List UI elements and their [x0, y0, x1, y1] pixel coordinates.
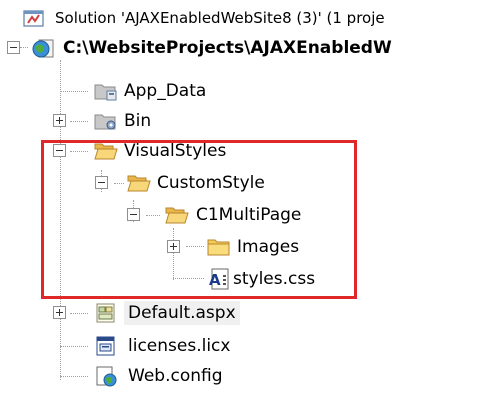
collapse-icon[interactable]: [7, 41, 20, 54]
tree-line: [60, 346, 88, 347]
solution-label: Solution 'AJAXEnabledWebSite8 (3)' (1 pr…: [55, 9, 385, 27]
expand-icon[interactable]: [53, 306, 66, 319]
expand-icon[interactable]: [53, 114, 66, 127]
tree-line: [60, 376, 88, 377]
tree-line: [60, 91, 88, 92]
tree-line: [70, 121, 88, 122]
solution-icon: [22, 6, 46, 30]
licenses-licx-label: licenses.licx: [128, 336, 231, 356]
app-data-folder-icon: [93, 79, 119, 103]
aspx-file-icon: [93, 301, 119, 325]
default-aspx-label: Default.aspx: [124, 301, 240, 325]
licx-file-icon: [93, 334, 119, 358]
project-path-label: C:\WebsiteProjects\AJAXEnabledW: [63, 38, 392, 58]
app-data-label: App_Data: [124, 81, 207, 101]
solution-explorer-tree: Solution 'AJAXEnabledWebSite8 (3)' (1 pr…: [0, 0, 488, 388]
web-config-label: Web.config: [128, 366, 223, 386]
config-file-icon: [93, 364, 119, 388]
highlight-box: [41, 140, 357, 299]
tree-line: [70, 313, 88, 314]
bin-folder-icon: [93, 109, 119, 133]
bin-label: Bin: [124, 111, 152, 131]
web-project-globe-icon: [31, 36, 57, 60]
